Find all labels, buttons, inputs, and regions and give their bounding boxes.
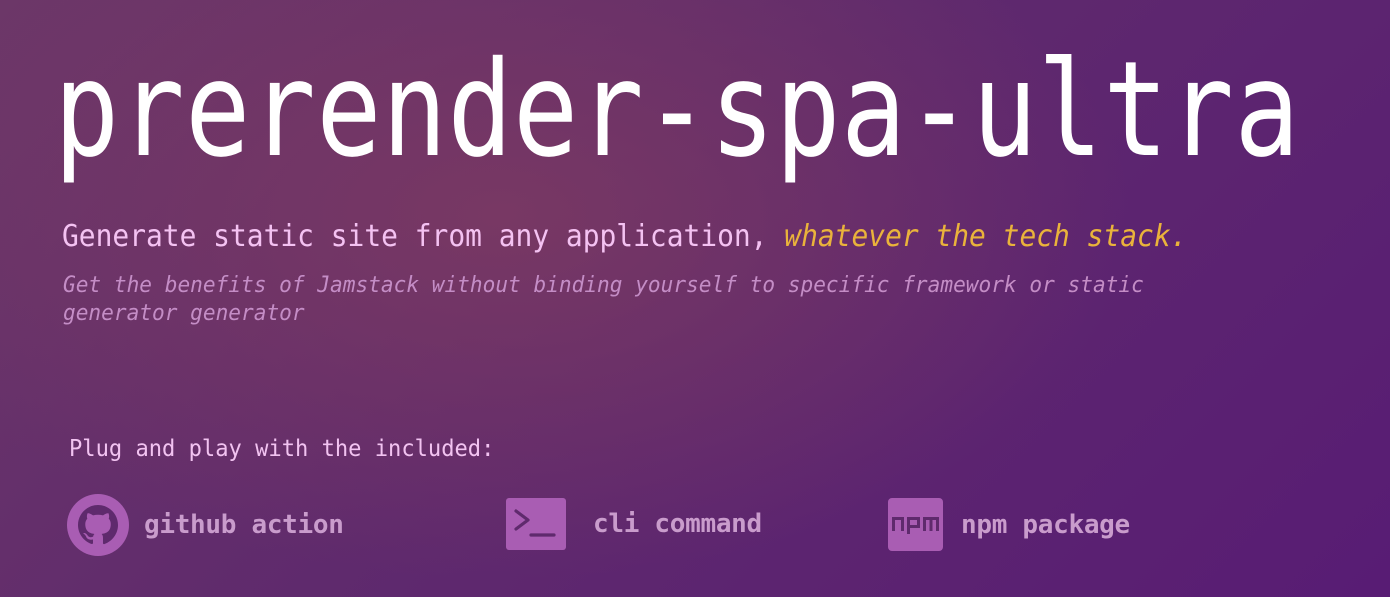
tagline: Generate static site from any applicatio… xyxy=(62,218,1187,256)
subtitle: Get the benefits of Jamstack without bin… xyxy=(63,273,1144,326)
github-icon xyxy=(67,494,129,556)
cli-command-link[interactable]: cli command xyxy=(506,498,762,550)
npm-package-label: npm package xyxy=(961,509,1130,540)
terminal-icon xyxy=(506,498,566,550)
tagline-accent: whatever the tech stack. xyxy=(784,219,1188,254)
integrations-heading: Plug and play with the included: xyxy=(69,436,495,462)
cli-command-label: cli command xyxy=(593,509,762,539)
tagline-main: Generate static site from any applicatio… xyxy=(62,219,785,254)
hero-section: prerender-spa-ultra Generate static site… xyxy=(0,0,1390,597)
github-action-label: github action xyxy=(144,510,344,540)
page-title: prerender-spa-ultra xyxy=(54,33,1300,187)
github-action-link[interactable]: github action xyxy=(67,494,344,556)
npm-package-link[interactable]: npm package xyxy=(888,498,1130,551)
npm-icon xyxy=(888,498,943,551)
